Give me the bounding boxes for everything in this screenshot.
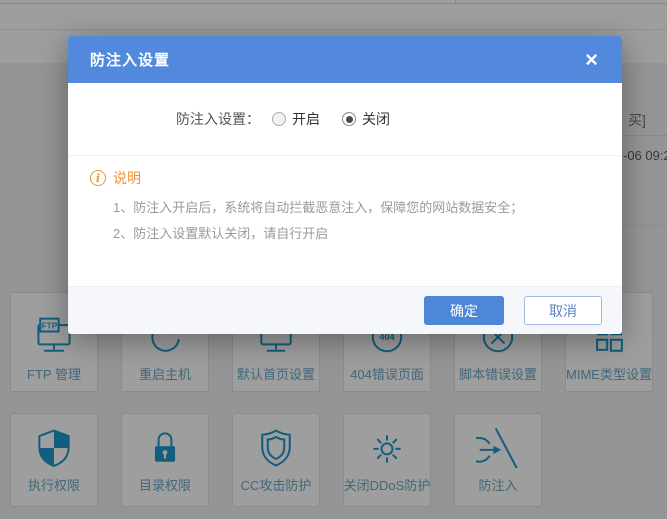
dialog-footer: 确定 取消	[68, 286, 622, 334]
radio-icon[interactable]	[342, 112, 356, 126]
note-item: 1、防注入开启后，系统将自动拦截恶意注入，保障您的网站数据安全；	[113, 195, 600, 221]
radio-dot	[346, 116, 353, 123]
close-icon[interactable]: ×	[579, 47, 604, 73]
radio-label: 关闭	[362, 109, 390, 129]
radio-option[interactable]: 关闭	[342, 109, 390, 129]
note-items: 1、防注入开启后，系统将自动拦截恶意注入，保障您的网站数据安全；2、防注入设置默…	[90, 195, 600, 247]
note-item: 2、防注入设置默认关闭，请自行开启	[113, 221, 600, 247]
dialog-title: 防注入设置	[90, 49, 170, 70]
radio-icon[interactable]	[272, 112, 286, 126]
anti-injection-dialog: 防注入设置 × 防注入设置： 开启 关闭 i 说明 1、防注入开启后，系统将自动拦…	[68, 36, 622, 334]
dialog-body: 防注入设置： 开启 关闭 i 说明 1、防注入开启后，系统将自动拦截恶意注入，保障…	[68, 83, 622, 286]
radio-group: 开启 关闭	[272, 109, 390, 129]
confirm-button[interactable]: 确定	[424, 296, 504, 325]
note-title: 说明	[113, 168, 141, 188]
radio-option[interactable]: 开启	[272, 109, 320, 129]
note-header: i 说明	[90, 168, 600, 188]
setting-label: 防注入设置：	[68, 109, 260, 129]
cancel-button[interactable]: 取消	[524, 296, 602, 325]
setting-row: 防注入设置： 开启 关闭	[68, 83, 622, 129]
screen: 买] -06 09:26 FTPFTP 管理重启主机默认首页设置404404错误…	[0, 0, 667, 519]
radio-label: 开启	[292, 109, 320, 129]
note-section: i 说明 1、防注入开启后，系统将自动拦截恶意注入，保障您的网站数据安全；2、防…	[68, 156, 622, 247]
info-icon: i	[90, 170, 106, 186]
dialog-header: 防注入设置 ×	[68, 36, 622, 83]
